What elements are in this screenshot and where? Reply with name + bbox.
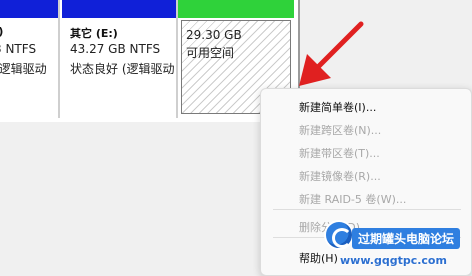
site-watermark: 过期罐头电脑论坛 www.gqgtpc.com — [322, 218, 472, 276]
partition-status: (逻辑驱动 — [0, 62, 47, 76]
partition-color-bar — [62, 0, 176, 18]
partition-color-bar — [178, 0, 294, 18]
partition-e[interactable]: 其它 (E:) 43.27 GB NTFS 状态良好 (逻辑驱动 — [62, 0, 178, 118]
site-logo-icon — [324, 220, 354, 250]
menu-item-new-simple-volume[interactable]: 新建简单卷(I)... — [299, 99, 376, 115]
red-arrow-icon — [299, 21, 364, 86]
disk-partition-strip: :) 3 NTFS (逻辑驱动 其它 (E:) 43.27 GB NTFS 状态… — [0, 0, 300, 122]
menu-item-new-mirrored-volume[interactable]: 新建镜像卷(R)... — [299, 168, 381, 184]
partition-color-bar — [0, 0, 58, 18]
partition-size: 3 NTFS — [0, 42, 37, 56]
partition-size: 43.27 GB NTFS — [70, 42, 161, 56]
partition-1[interactable]: :) 3 NTFS (逻辑驱动 — [0, 0, 60, 118]
watermark-title: 过期罐头电脑论坛 — [352, 228, 461, 249]
partition-name: 其它 (E:) — [70, 27, 118, 40]
menu-item-new-spanned-volume[interactable]: 新建跨区卷(N)... — [299, 122, 381, 138]
menu-item-new-striped-volume[interactable]: 新建带区卷(T)... — [299, 145, 380, 161]
watermark-url: www.gqgtpc.com — [340, 254, 447, 267]
partition-status: 状态良好 (逻辑驱动 — [70, 62, 175, 76]
partition-status: 可用空间 — [186, 46, 235, 60]
menu-item-new-raid5-volume[interactable]: 新建 RAID-5 卷(W)... — [299, 191, 406, 207]
menu-separator — [273, 209, 461, 210]
partition-name: :) — [0, 25, 3, 38]
disk-management-window: :) 3 NTFS (逻辑驱动 其它 (E:) 43.27 GB NTFS 状态… — [0, 0, 472, 276]
partition-size: 29.30 GB — [186, 28, 242, 42]
